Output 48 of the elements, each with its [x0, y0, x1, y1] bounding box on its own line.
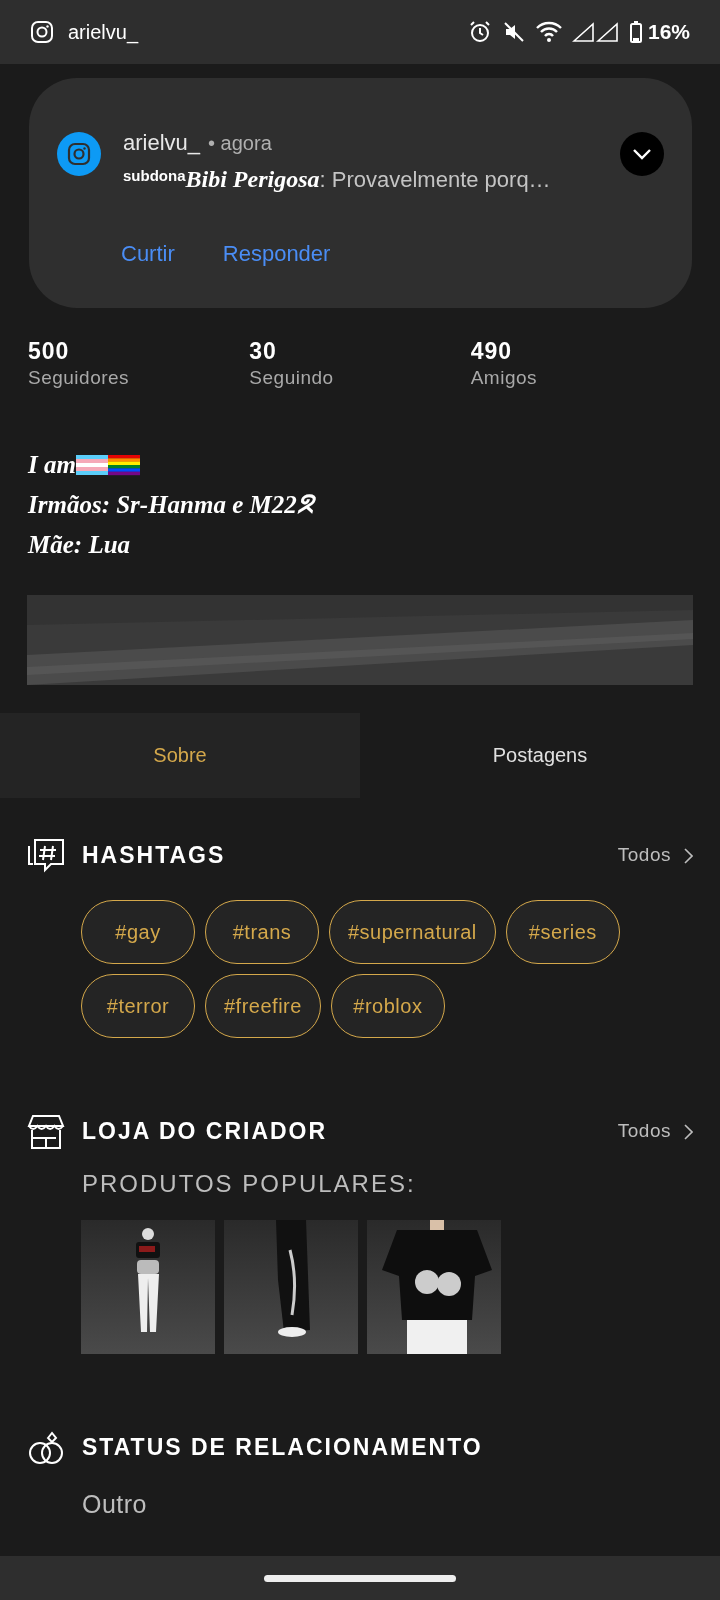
- stat-value: 500: [28, 338, 71, 364]
- chevron-right-icon: [683, 1123, 693, 1140]
- chevron-right-icon: [683, 847, 693, 864]
- stat-label: Seguidores: [28, 366, 131, 390]
- relationship-value: Outro: [82, 1488, 149, 1520]
- notification-card[interactable]: arielvu_ • agora $^{subdona}$Bibi Perigosa: Provavelmente porq… Curtir Responder: [29, 78, 692, 308]
- profile-tab[interactable]: Postagens: [360, 712, 720, 798]
- hashtag-chat-icon: [27, 837, 65, 874]
- notification-message: $^{subdona}$Bibi Perigosa: Provavelmente porq…: [123, 165, 552, 194]
- expand-button[interactable]: [620, 132, 664, 176]
- transgender-flag-icon: [75, 452, 108, 477]
- notification-action[interactable]: Responder: [222, 237, 331, 270]
- stat-value: 490: [470, 338, 514, 364]
- see-all-link[interactable]: Todos: [617, 841, 671, 870]
- mute-icon: [501, 20, 526, 44]
- section-subtitle: PRODUTOS POPULARES:: [82, 1168, 417, 1199]
- rings-icon: [27, 1429, 65, 1466]
- camera-app-icon: [30, 20, 54, 44]
- notification-action[interactable]: Curtir: [121, 237, 175, 270]
- notification-time: • agora: [208, 131, 272, 156]
- store-icon: [27, 1113, 65, 1150]
- rainbow-flag-icon: [107, 452, 140, 477]
- hashtag-chip[interactable]: #series: [505, 899, 620, 964]
- stat-label: Seguindo: [249, 366, 335, 390]
- notification-title: arielvu_: [123, 129, 201, 157]
- hashtag-chip[interactable]: #trans: [205, 899, 319, 964]
- hashtag-chip[interactable]: #terror: [81, 973, 195, 1038]
- hashtag-chip[interactable]: #gay: [81, 899, 195, 964]
- wifi-icon: [535, 21, 562, 43]
- status-app-name: arielvu_: [68, 20, 139, 46]
- hashtag-chip[interactable]: #freefire: [205, 973, 321, 1038]
- section-title: LOJA DO CRIADOR: [82, 1117, 328, 1147]
- battery-icon: [629, 21, 642, 43]
- hashtag-chip[interactable]: #supernatural: [329, 899, 496, 964]
- battery-percent: 16%: [647, 19, 690, 46]
- instagram-icon: [57, 132, 101, 176]
- section-title: STATUS DE RELACIONAMENTO: [82, 1433, 483, 1463]
- bio-line: Mãe: Lua: [28, 529, 131, 560]
- profile-tab[interactable]: Sobre: [0, 712, 360, 798]
- stat-label: Amigos: [470, 366, 538, 390]
- see-all-link[interactable]: Todos: [617, 1117, 671, 1146]
- signal-icon: [571, 22, 620, 42]
- chevron-down-icon: [632, 148, 652, 160]
- stat-value: 30: [249, 338, 278, 364]
- bio-line: I am: [28, 449, 76, 480]
- section-title: HASHTAGS: [82, 841, 226, 871]
- hashtag-chip[interactable]: #roblox: [330, 973, 445, 1038]
- home-handle[interactable]: [264, 1574, 456, 1582]
